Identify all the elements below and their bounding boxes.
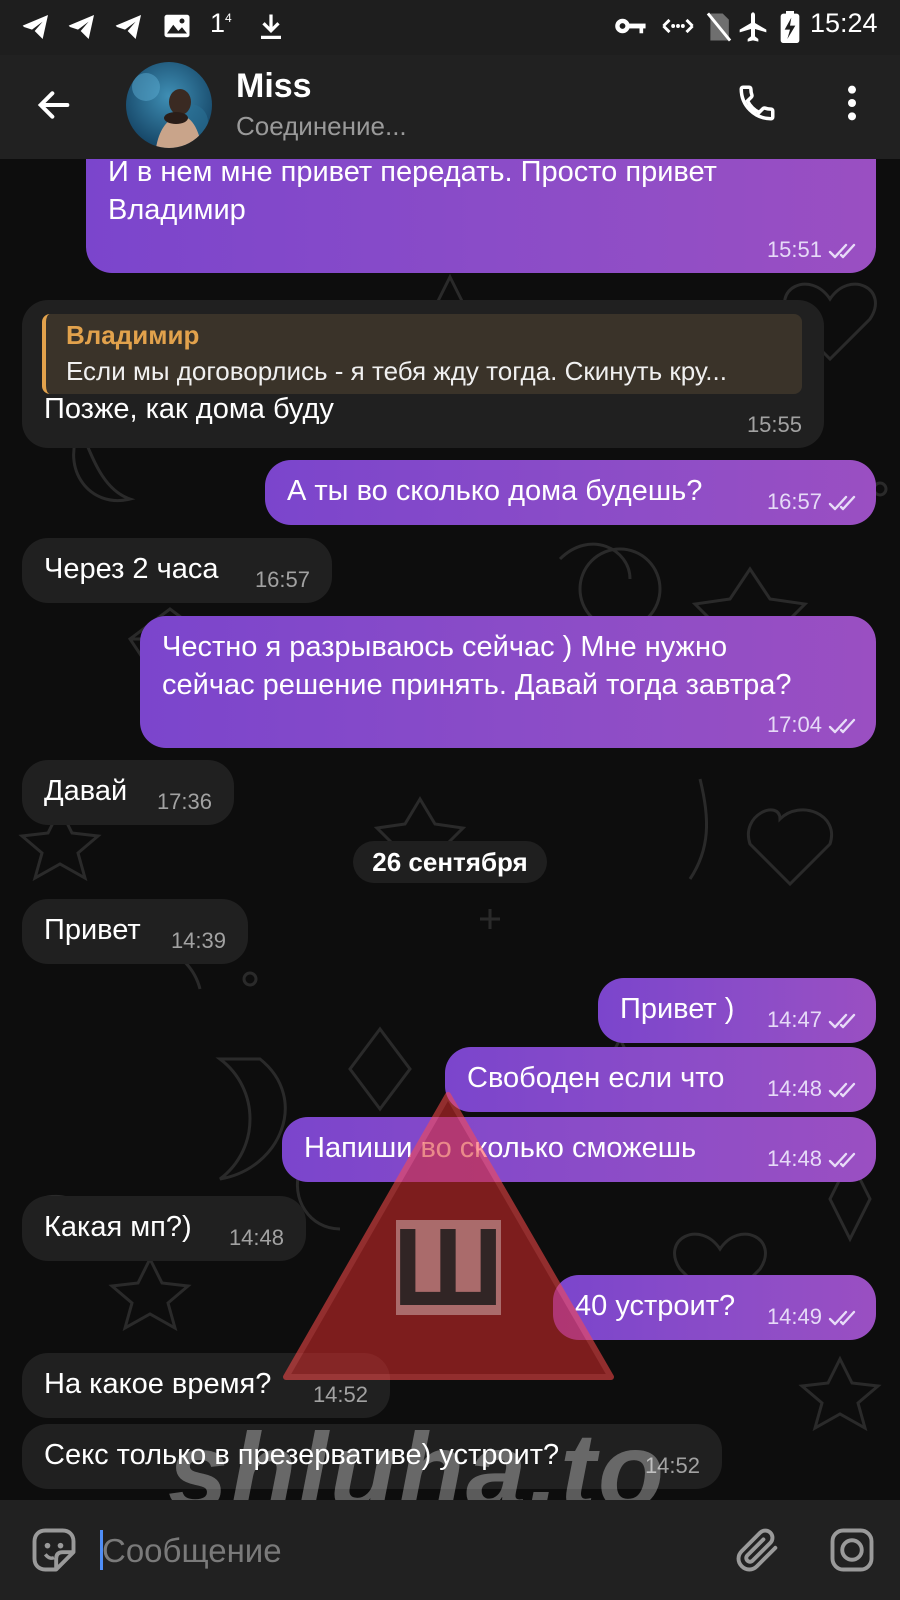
notification-count: 14 [210, 8, 232, 38]
message-input-placeholder: Сообщение [102, 1532, 282, 1569]
sticker-emoji-icon[interactable] [28, 1524, 80, 1576]
no-sim-icon [706, 12, 732, 42]
read-receipt-icon [828, 1082, 856, 1098]
message-time: 14:39 [170, 928, 226, 953]
message-text: Привет ) [620, 993, 735, 1025]
message-time: 14:52 [644, 1453, 700, 1478]
reply-author: Владимир [66, 320, 200, 350]
camera-round-icon[interactable] [826, 1524, 878, 1576]
message-time: 16:57 [766, 489, 822, 514]
outgoing-message[interactable]: Напиши во сколько сможешь 14:48 [282, 1117, 876, 1182]
read-receipt-icon [828, 495, 856, 511]
message-text: Напиши во сколько сможешь [304, 1132, 697, 1164]
message-text: 40 устроит? [575, 1290, 736, 1322]
telegram-icon [115, 15, 141, 39]
telegram-icon [68, 15, 94, 39]
message-text: Давай [44, 775, 128, 807]
message-time: 14:48 [766, 1076, 822, 1101]
message-time: 14:52 [312, 1382, 368, 1407]
status-bar: 14 15:24 [0, 0, 900, 55]
battery-charging-icon [780, 11, 800, 43]
avatar[interactable] [126, 62, 212, 148]
message-time: 15:51 [766, 237, 822, 262]
outgoing-message[interactable]: Привет ) 14:47 [598, 978, 876, 1043]
contact-name[interactable]: Miss [236, 67, 312, 106]
airplane-mode-icon [739, 12, 767, 42]
message-time: 15:55 [746, 412, 802, 437]
outgoing-message[interactable]: кружок можешь что бы понимать что ты это… [86, 159, 876, 273]
message-time: 17:36 [156, 789, 212, 814]
read-receipt-icon [828, 718, 856, 734]
read-receipt-icon [828, 1013, 856, 1029]
message-time: 16:57 [254, 567, 310, 592]
read-receipt-icon [828, 243, 856, 259]
message-input[interactable]: Сообщение [96, 1518, 696, 1582]
data-saver-icon [662, 18, 694, 34]
attach-paperclip-icon[interactable] [732, 1524, 784, 1576]
image-icon [164, 14, 190, 38]
telegram-icon [22, 15, 48, 39]
message-time: 14:47 [766, 1007, 822, 1032]
message-time: 14:48 [228, 1225, 284, 1250]
message-time: 14:49 [766, 1304, 822, 1329]
incoming-message[interactable]: Секс только в презервативе) устроит? 14:5… [22, 1424, 722, 1489]
read-receipt-icon [828, 1152, 856, 1168]
message-text: Свободен если что [467, 1062, 725, 1094]
incoming-message[interactable]: На какое время? 14:52 [22, 1353, 390, 1418]
back-arrow-icon[interactable] [34, 85, 74, 125]
outgoing-message[interactable]: Свободен если что 14:48 [445, 1047, 876, 1112]
message-time: 17:04 [766, 712, 822, 737]
incoming-message[interactable]: Привет 14:39 [22, 899, 248, 964]
message-text: кружок можешь что бы понимать что ты это… [108, 159, 717, 226]
message-text: Секс только в презервативе) устроит? [44, 1439, 560, 1471]
outgoing-message[interactable]: Честно я разрываюсь сейчас ) Мне нужно с… [140, 616, 876, 748]
chat-header: Miss Соединение... [0, 55, 900, 159]
incoming-message[interactable]: Владимир Если мы договорлись - я тебя жду… [22, 300, 824, 448]
message-time: 14:48 [766, 1146, 822, 1171]
incoming-message[interactable]: Через 2 часа 16:57 [22, 538, 332, 603]
message-list[interactable]: кружок можешь что бы понимать что ты это… [0, 159, 900, 1500]
read-receipt-icon [828, 1310, 856, 1326]
outgoing-message[interactable]: 40 устроит? 14:49 [553, 1275, 876, 1340]
message-text: Через 2 часа [44, 553, 219, 585]
more-vert-icon[interactable] [832, 82, 872, 124]
message-text: Честно я разрываюсь сейчас ) Мне нужно с… [162, 631, 792, 701]
message-text: Позже, как дома буду [44, 393, 334, 425]
message-text: А ты во сколько дома будешь? [287, 475, 703, 507]
key-icon [615, 18, 646, 34]
reply-quote[interactable]: Владимир Если мы договорлись - я тебя жду… [42, 314, 802, 394]
incoming-message[interactable]: Давай 17:36 [22, 760, 234, 825]
incoming-message[interactable]: Какая мп?) 14:48 [22, 1196, 306, 1261]
message-text: На какое время? [44, 1368, 272, 1400]
phone-icon[interactable] [736, 82, 778, 124]
clock: 15:24 [810, 8, 878, 38]
outgoing-message[interactable]: А ты во сколько дома будешь? 16:57 [265, 460, 876, 525]
composer-bar: Сообщение [0, 1500, 900, 1600]
message-text: Какая мп?) [44, 1211, 192, 1243]
reply-text: Если мы договорлись - я тебя жду тогда. … [66, 356, 727, 386]
message-text: Привет [44, 914, 141, 946]
date-separator: 26 сентября [353, 841, 547, 883]
connection-status: Соединение... [236, 111, 407, 141]
download-icon [261, 14, 281, 39]
